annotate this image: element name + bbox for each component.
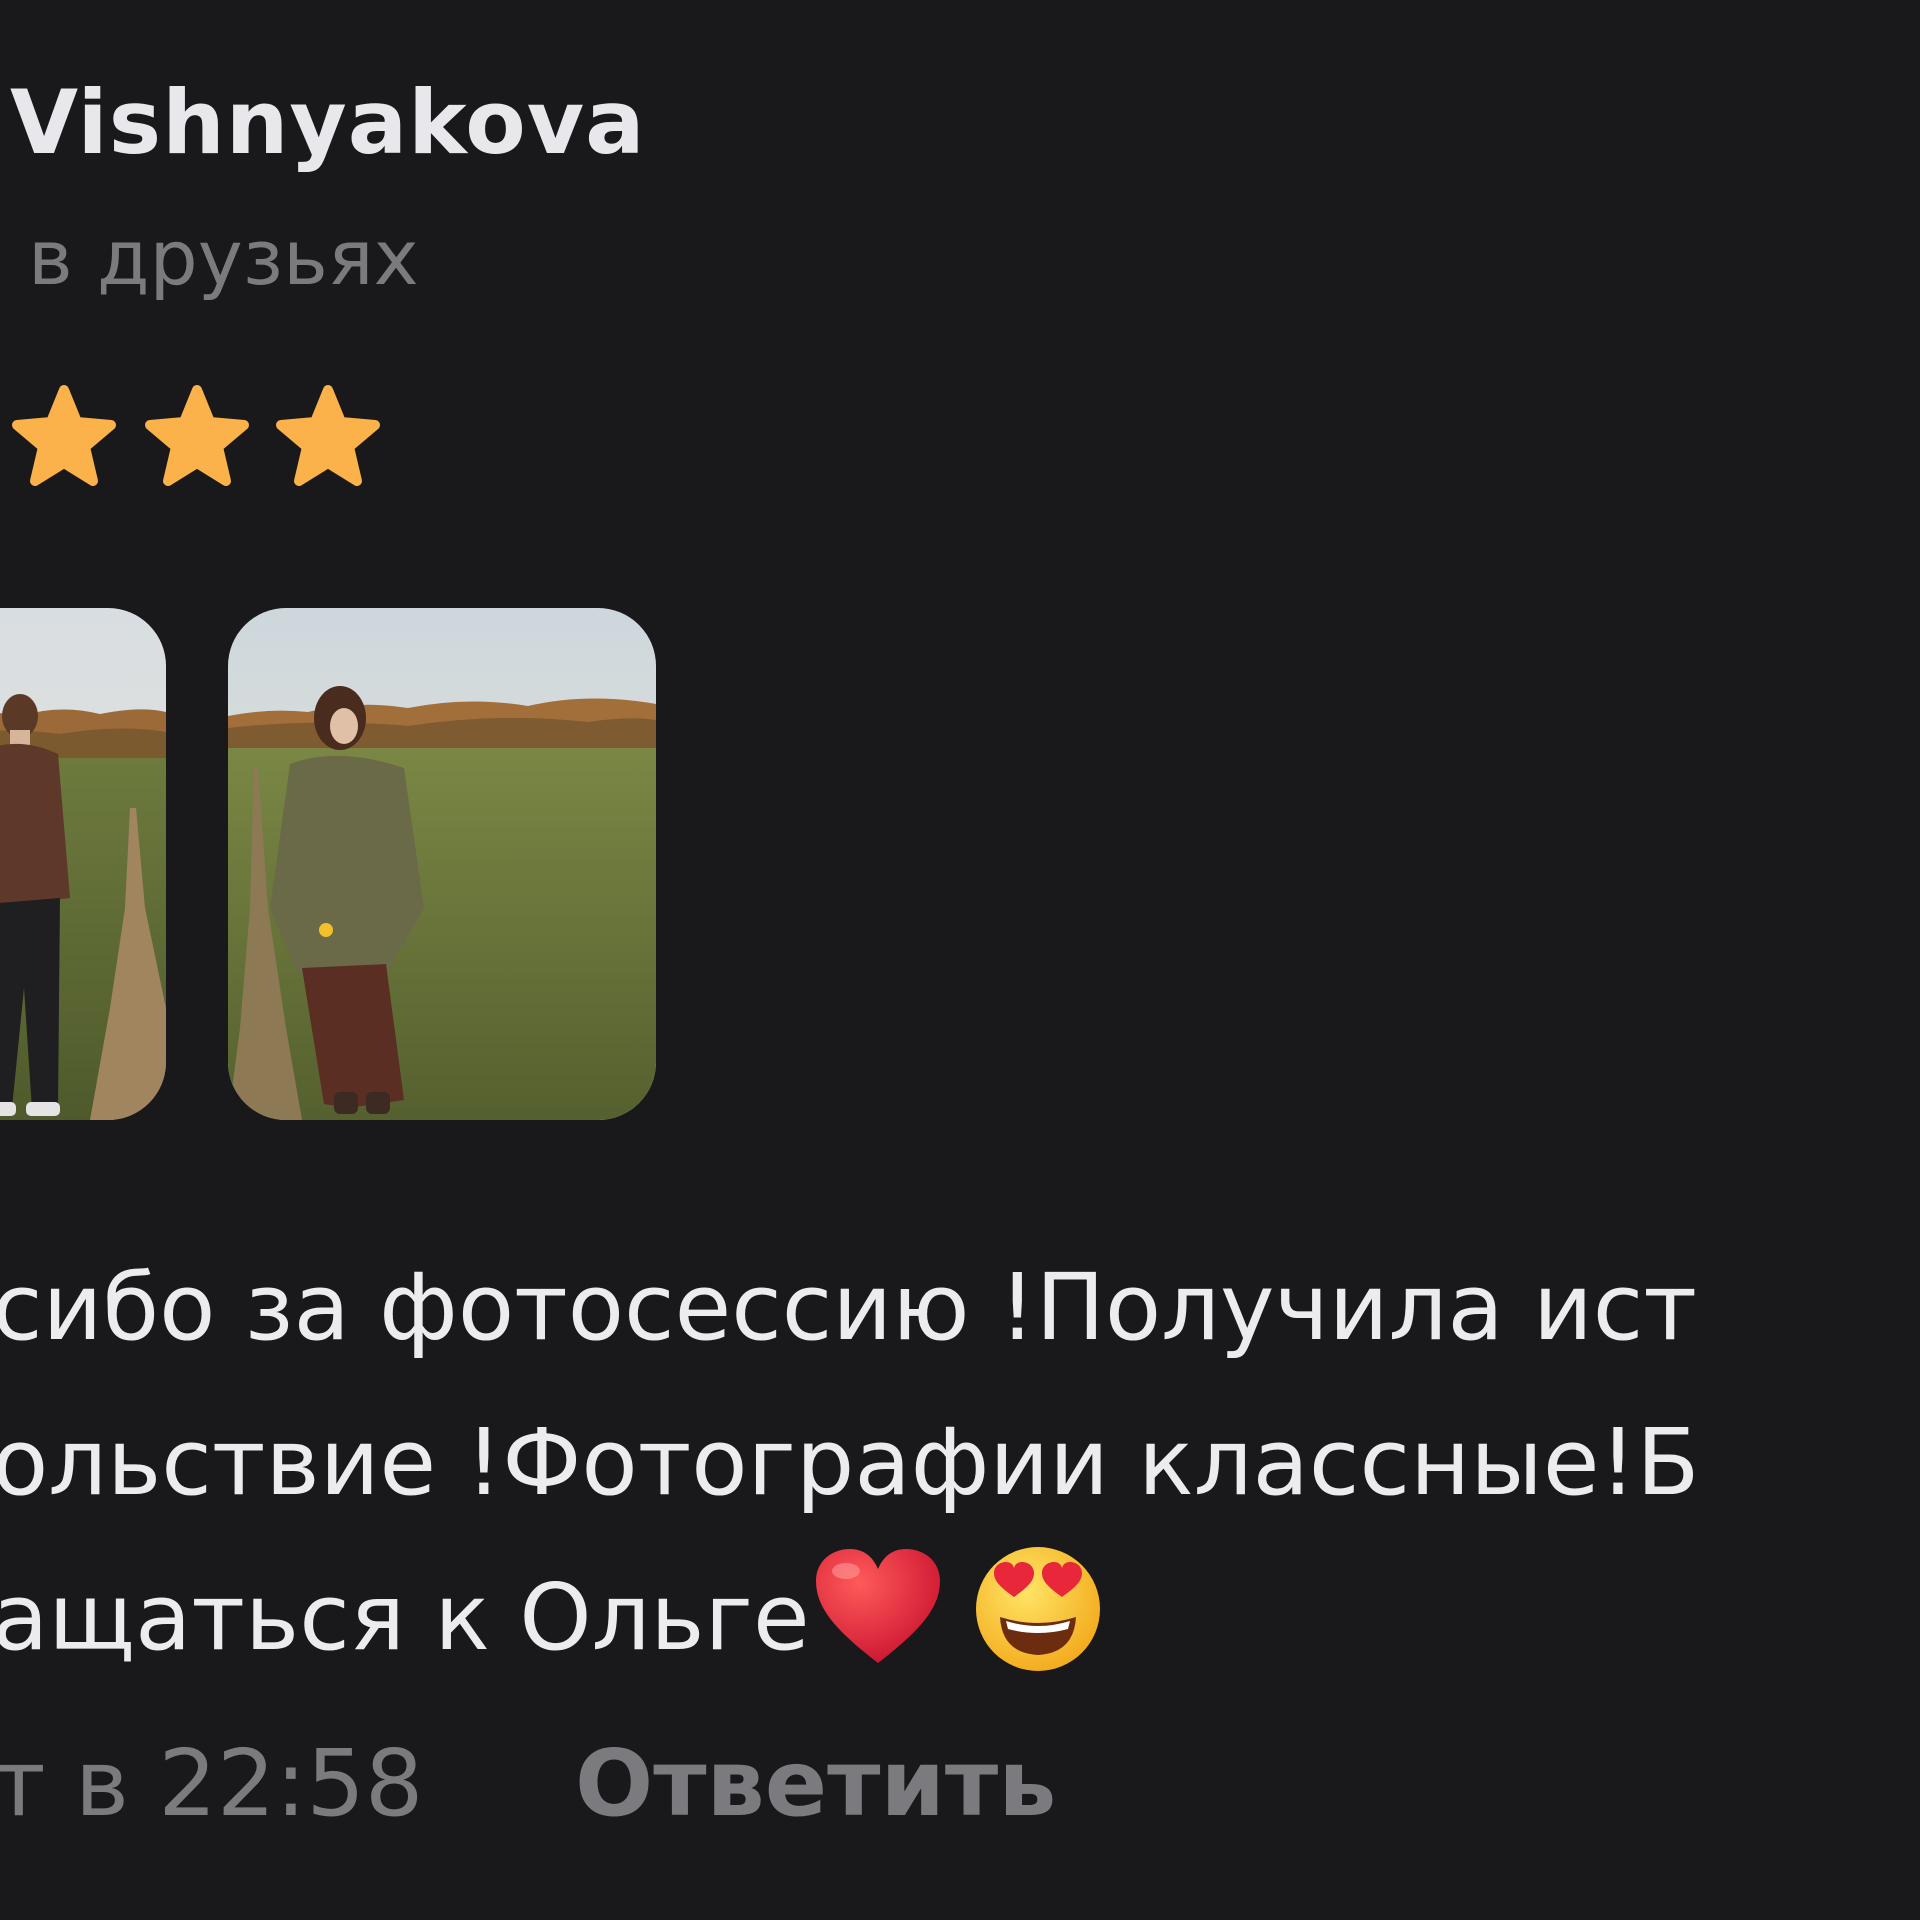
review-text: сибо за фотосессию !Получила ист ольствие…: [0, 1230, 1699, 1695]
friend-status: в друзьях: [28, 213, 419, 302]
review-text-line-1: сибо за фотосессию !Получила ист: [0, 1254, 1697, 1361]
star-icon: [145, 385, 249, 486]
heart-eyes-face-icon: [970, 1541, 1106, 1677]
author-name[interactable]: Vishnyakova: [10, 68, 646, 178]
photo-thumbnail-2[interactable]: [228, 608, 656, 1120]
review-text-line-3-text: ащаться к Ольге: [0, 1564, 810, 1671]
timestamp: т в 22:58: [0, 1730, 424, 1837]
review-text-line-3: ащаться к Ольге: [0, 1540, 1699, 1695]
reply-button[interactable]: Ответить: [575, 1728, 1056, 1840]
red-heart-icon: [810, 1541, 946, 1677]
review-text-line-2: ольствие !Фотографии классные!Б: [0, 1409, 1700, 1516]
star-icon: [12, 385, 116, 486]
photo-thumbnail-1[interactable]: [0, 608, 166, 1120]
star-icon: [276, 385, 380, 486]
